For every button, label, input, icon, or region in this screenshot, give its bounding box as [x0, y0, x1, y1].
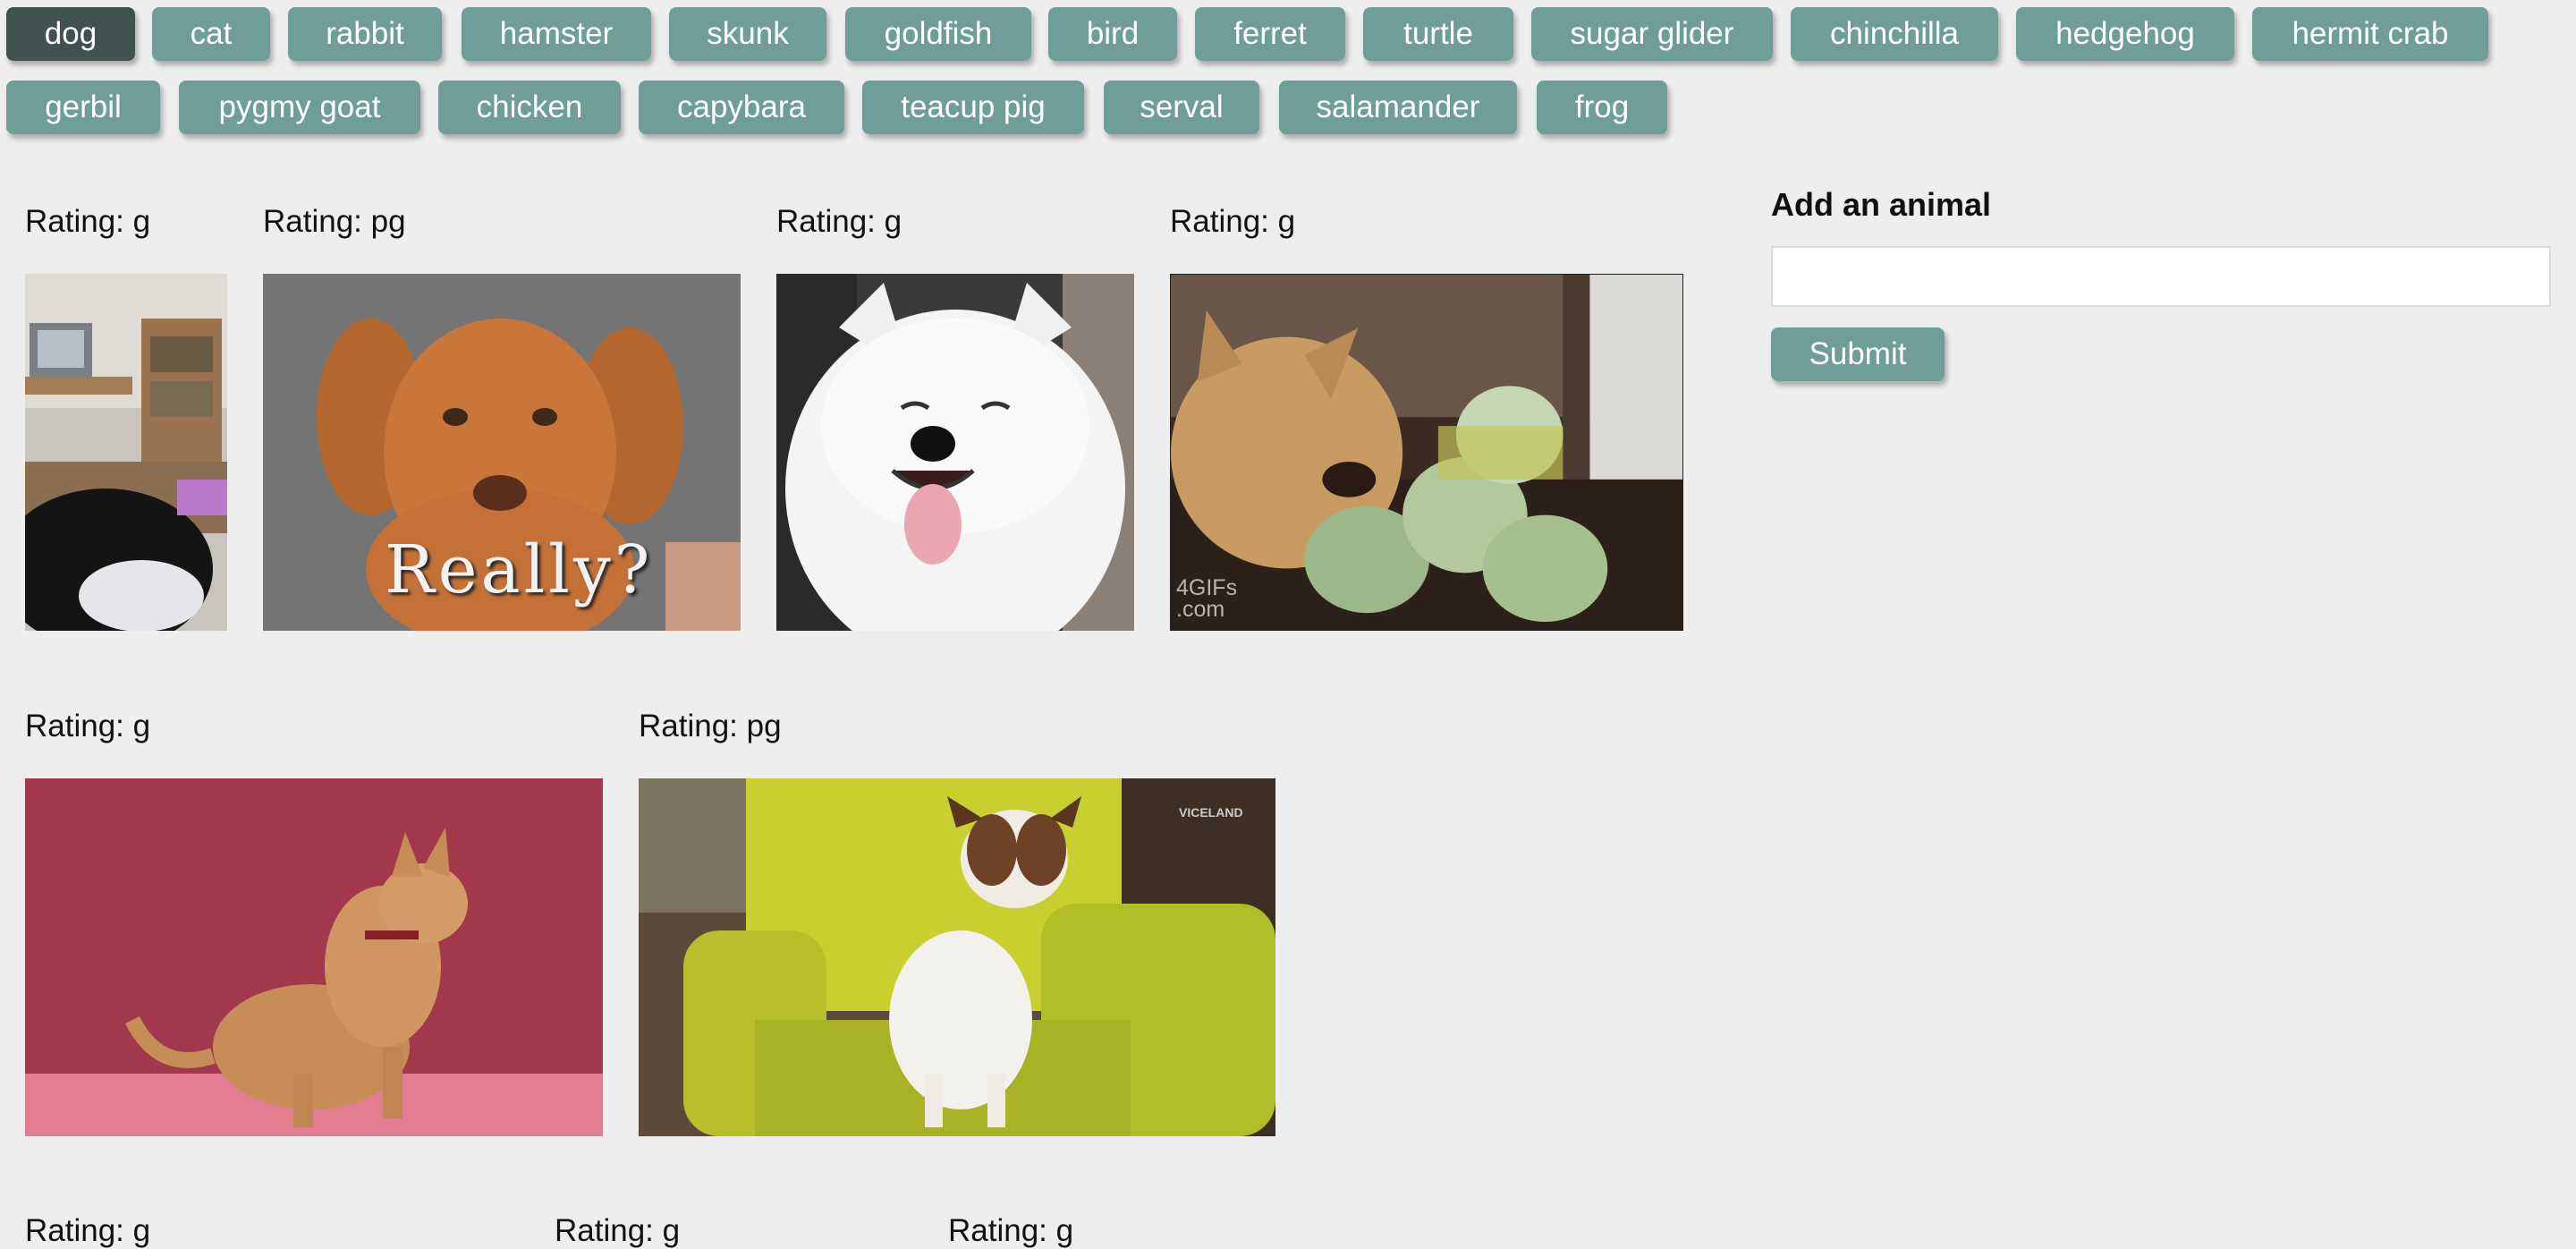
animal-button-pygmy-goat[interactable]: pygmy goat [179, 81, 420, 134]
animal-input[interactable] [1771, 246, 2551, 307]
gif-rating: Rating: g [1170, 204, 1296, 239]
gif-image-dog-armchair: VICELAND [639, 778, 1275, 1136]
animal-button-salamander[interactable]: salamander [1279, 81, 1517, 134]
gif-image-corgi-cabbage: 4GIFs .com [1170, 274, 1683, 631]
gif-rating: Rating: g [25, 204, 151, 239]
animal-button-capybara[interactable]: capybara [639, 81, 844, 134]
animal-button-chinchilla[interactable]: chinchilla [1791, 7, 1998, 61]
animal-button-teacup-pig[interactable]: teacup pig [862, 81, 1084, 134]
animal-button-rabbit[interactable]: rabbit [288, 7, 442, 61]
gif-rating: Rating: g [948, 1213, 1074, 1248]
animal-button-hamster[interactable]: hamster [462, 7, 651, 61]
animal-button-hermit-crab[interactable]: hermit crab [2252, 7, 2488, 61]
gif-rating: Rating: g [555, 1213, 681, 1248]
gif-image-cat-room [25, 274, 227, 631]
animal-button-hedgehog[interactable]: hedgehog [2016, 7, 2234, 61]
animal-button-serval[interactable]: serval [1104, 81, 1259, 134]
form-title: Add an animal [1771, 186, 1992, 223]
gif-image-tan-dog-red [25, 778, 603, 1136]
gif-image-puppy-really: Really? [263, 274, 741, 631]
gif-caption: Really? [385, 531, 654, 608]
gif-rating: Rating: pg [639, 709, 782, 743]
submit-button[interactable]: Submit [1771, 327, 1945, 381]
animal-button-cat[interactable]: cat [152, 7, 270, 61]
animal-button-sugar-glider[interactable]: sugar glider [1531, 7, 1773, 61]
animal-button-turtle[interactable]: turtle [1363, 7, 1513, 61]
gif-rating: Rating: g [776, 204, 902, 239]
animal-button-dog[interactable]: dog [6, 7, 135, 61]
animal-button-gerbil[interactable]: gerbil [6, 81, 160, 134]
animal-button-ferret[interactable]: ferret [1195, 7, 1345, 61]
animal-button-bird[interactable]: bird [1048, 7, 1177, 61]
gif-watermark: 4GIFs .com [1176, 575, 1238, 622]
animal-button-goldfish[interactable]: goldfish [845, 7, 1031, 61]
gif-rating: Rating: g [25, 1213, 151, 1248]
animal-button-frog[interactable]: frog [1537, 81, 1667, 134]
animal-button-chicken[interactable]: chicken [438, 81, 621, 134]
gif-rating: Rating: pg [263, 204, 406, 239]
animal-button-skunk[interactable]: skunk [669, 7, 826, 61]
gif-image-white-dog [776, 274, 1134, 631]
gif-watermark: VICELAND [1179, 805, 1243, 820]
gif-rating: Rating: g [25, 709, 151, 743]
